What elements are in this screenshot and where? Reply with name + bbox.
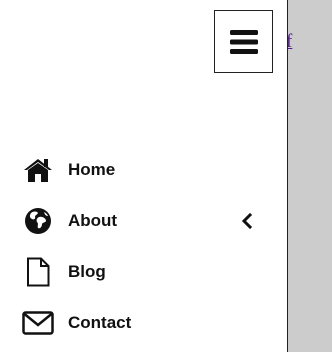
globe-icon [22,206,54,236]
hamburger-icon [229,29,258,54]
nav-item-contact[interactable]: Contact [0,297,288,348]
nav-label-contact: Contact [68,313,132,332]
nav-item-about[interactable]: About [0,195,288,246]
envelope-icon [22,308,54,338]
nav-menu: Home About Blog Contact [0,144,288,348]
nav-item-blog[interactable]: Blog [0,246,288,297]
nav-label-home: Home [68,160,116,179]
nav-label-blog: Blog [68,262,106,281]
nav-item-home[interactable]: Home [0,144,288,195]
file-icon [22,257,54,287]
nav-label-about: About [68,211,118,230]
menu-toggle-button[interactable] [214,10,273,73]
home-icon [22,155,54,185]
side-drawer: Home About Blog Contact [0,0,288,352]
chevron-left-icon[interactable] [238,212,256,230]
